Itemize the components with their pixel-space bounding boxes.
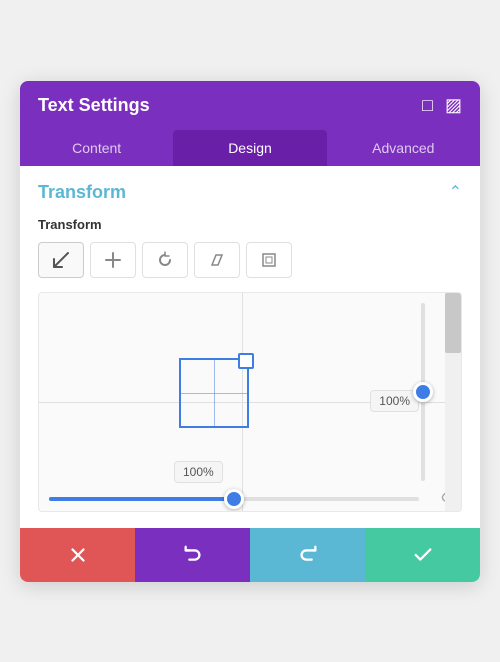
tab-design[interactable]: Design bbox=[173, 130, 326, 166]
transform-object[interactable] bbox=[179, 358, 249, 428]
transform-buttons bbox=[38, 242, 462, 278]
transform-label: Transform bbox=[38, 217, 462, 232]
cancel-button[interactable] bbox=[20, 528, 135, 582]
header-icons: □ ▨ bbox=[422, 95, 462, 116]
vertical-slider-thumb[interactable] bbox=[413, 382, 433, 402]
panel-title: Text Settings bbox=[38, 95, 150, 116]
bottom-toolbar bbox=[20, 528, 480, 582]
vertical-slider-track bbox=[421, 303, 425, 481]
transform-btn-move[interactable] bbox=[38, 242, 84, 278]
horizontal-slider-container bbox=[49, 497, 419, 501]
redo-button[interactable] bbox=[250, 528, 365, 582]
canvas-wrapper: 100% bbox=[38, 292, 462, 512]
undo-button[interactable] bbox=[135, 528, 250, 582]
horizontal-slider-track[interactable] bbox=[49, 497, 419, 501]
body: Transform ⌃ Transform bbox=[20, 166, 480, 512]
tab-content[interactable]: Content bbox=[20, 130, 173, 166]
section-header: Transform ⌃ bbox=[38, 182, 462, 203]
tab-advanced[interactable]: Advanced bbox=[327, 130, 480, 166]
scrollbar-thumb[interactable] bbox=[445, 293, 461, 353]
transform-btn-scale[interactable] bbox=[246, 242, 292, 278]
header: Text Settings □ ▨ bbox=[20, 81, 480, 130]
scrollbar[interactable] bbox=[445, 293, 461, 511]
resize-handle[interactable] bbox=[238, 353, 254, 369]
section-title: Transform bbox=[38, 182, 126, 203]
vertical-value-label: 100% bbox=[370, 390, 419, 412]
horizontal-slider-fill bbox=[49, 497, 234, 501]
vertical-slider[interactable] bbox=[421, 303, 425, 481]
confirm-button[interactable] bbox=[365, 528, 480, 582]
horizontal-slider-thumb[interactable] bbox=[224, 489, 244, 509]
canvas-inner: 100% bbox=[39, 293, 445, 511]
tabs: Content Design Advanced bbox=[20, 130, 480, 166]
transform-btn-rotate[interactable] bbox=[142, 242, 188, 278]
columns-icon[interactable]: ▨ bbox=[445, 95, 462, 116]
chevron-up-icon[interactable]: ⌃ bbox=[449, 182, 462, 202]
horizontal-value-label: 100% bbox=[174, 461, 223, 483]
transform-btn-translate[interactable] bbox=[90, 242, 136, 278]
panel: Text Settings □ ▨ Content Design Advance… bbox=[20, 81, 480, 582]
fullscreen-icon[interactable]: □ bbox=[422, 95, 433, 116]
transform-btn-skew[interactable] bbox=[194, 242, 240, 278]
